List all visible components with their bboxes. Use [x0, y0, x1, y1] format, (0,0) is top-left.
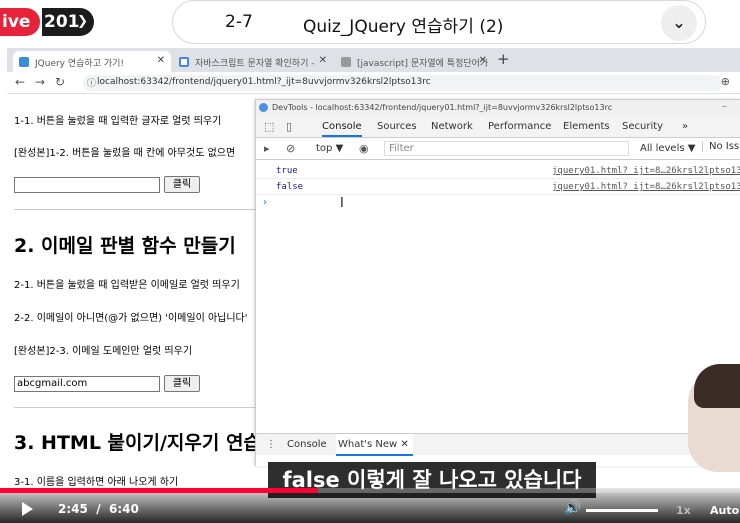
divider: [14, 209, 259, 210]
live-number: 201 ❯: [42, 8, 94, 36]
text-3-1: 3-1. 이름을 입력하면 아래 나오게 하기: [14, 477, 179, 488]
log-source-link[interactable]: jquery01.html?_ijt=8…26krsl2lptso13: [552, 166, 740, 176]
close-icon[interactable]: ✕: [400, 439, 408, 450]
quality-button[interactable]: Auto: [710, 504, 739, 517]
url-field[interactable]: ⓘ localhost:63342/frontend/jquery01.html…: [83, 75, 723, 91]
context-select[interactable]: top ▼: [316, 143, 343, 154]
close-icon[interactable]: ✕: [319, 55, 327, 66]
tab-elements[interactable]: Elements: [563, 121, 610, 132]
tab-performance[interactable]: Performance: [488, 121, 551, 132]
filter-input[interactable]: Filter: [384, 141, 629, 156]
new-tab-button[interactable]: +: [497, 50, 510, 68]
heading-2: 2. 이메일 판별 함수 만들기: [14, 235, 236, 257]
tab-sources[interactable]: Sources: [377, 121, 417, 132]
instructor-hair: [694, 364, 740, 408]
url-text: localhost:63342/frontend/jquery01.html?_…: [97, 77, 431, 87]
inspect-icon[interactable]: ⬚: [264, 120, 274, 133]
log-value: true: [276, 166, 298, 176]
reload-icon[interactable]: ↻: [55, 75, 65, 89]
console-toolbar: ▸ ⊘ top ▼ ◉ Filter All levels ▼ No Issue…: [256, 138, 740, 160]
tab-strip: JQuery 연습하고 가기! ✕ 자바스크립트 문자열 확인하기 - ✕ [j…: [7, 48, 740, 72]
devtools-titlebar: DevTools - localhost:63342/frontend/jque…: [256, 100, 740, 116]
sidebar-icon[interactable]: ▸: [264, 142, 270, 155]
close-icon[interactable]: ✕: [157, 55, 165, 66]
progress-bar[interactable]: [0, 488, 740, 493]
drawer-tab-console[interactable]: Console: [287, 439, 327, 450]
more-icon[interactable]: ⋮: [266, 439, 276, 450]
current-time: 2:45: [58, 502, 88, 516]
text-1-1: 1-1. 버튼을 눌렀을 때 입력한 글자로 얼럿 띄우기: [14, 116, 222, 127]
tab-security[interactable]: Security: [622, 121, 663, 132]
volume-icon[interactable]: 🔊: [564, 500, 581, 516]
text-2-3: [완성본]2-3. 이메일 도메인만 얼럿 띄우기: [14, 346, 193, 357]
live-count: 201: [44, 12, 80, 32]
email-input[interactable]: abcgmail.com: [14, 376, 160, 392]
time-separator: /: [96, 502, 101, 516]
play-icon[interactable]: [22, 502, 33, 516]
minimize-icon[interactable]: –: [722, 101, 727, 112]
tab-label: JQuery 연습하고 가기!: [35, 59, 125, 69]
device-icon[interactable]: ▯: [286, 120, 292, 133]
progress-fill: [0, 488, 319, 493]
chevron-down-icon: ❯: [77, 14, 88, 29]
lesson-number: 2-7: [225, 12, 253, 32]
log-value: false: [276, 182, 304, 192]
lesson-title-pill[interactable]: 2-7 Quiz_JQuery 연습하기 (2) ⌄: [172, 0, 706, 44]
text-2-2: 2-2. 이메일이 아니면(@가 없으면) '이메일이 아닙니다': [14, 313, 248, 324]
page-icon: [341, 57, 351, 67]
console-log-row: false jquery01.html?_ijt=8…26krsl2lptso1…: [256, 179, 740, 195]
text-2-1: 2-1. 버튼을 눌렀을 때 입력받은 이메일로 얼럿 띄우기: [14, 280, 240, 291]
webstorm-icon: [19, 57, 29, 67]
chevron-down-icon[interactable]: ⌄: [661, 5, 697, 41]
screen: { "header": { "live_label": "ive", "live…: [0, 0, 740, 523]
browser-tab-google[interactable]: 자바스크립트 문자열 확인하기 - ✕: [173, 51, 333, 72]
eye-icon[interactable]: ◉: [359, 142, 369, 155]
text-cursor-icon: I: [340, 196, 344, 211]
text-1-2: [완성본]1-2. 버튼을 눌렀을 때 칸에 아무것도 없으면: [14, 148, 236, 159]
browser-tab-jquery[interactable]: JQuery 연습하고 가기! ✕: [13, 51, 171, 72]
tab-label: [javascript] 문자열에 특정단어가: [357, 59, 489, 69]
live-label: ive: [0, 8, 40, 36]
devtools-window: DevTools - localhost:63342/frontend/jque…: [255, 99, 740, 466]
player-controls: 2:45 / 6:40 🔊 1x Auto: [0, 488, 740, 523]
more-tabs-icon[interactable]: »: [682, 121, 688, 132]
lesson-title: Quiz_JQuery 연습하기 (2): [303, 17, 504, 37]
divider: [14, 407, 259, 408]
speed-button[interactable]: 1x: [676, 504, 691, 517]
lecture-header: ive 201 ❯ 2-7 Quiz_JQuery 연습하기 (2) ⌄: [0, 0, 740, 48]
log-source-link[interactable]: jquery01.html?_ijt=8…26krsl2lptso13: [552, 182, 740, 192]
google-icon: [179, 57, 189, 67]
tab-network[interactable]: Network: [431, 121, 473, 132]
clear-icon[interactable]: ⊘: [286, 142, 295, 155]
console-prompt[interactable]: ›: [263, 197, 267, 208]
tab-label: 자바스크립트 문자열 확인하기 -: [195, 59, 315, 69]
chrome-icon: [259, 103, 268, 112]
click-button-2[interactable]: 클릭: [164, 375, 200, 392]
zoom-icon[interactable]: ⊕: [721, 75, 730, 88]
back-icon[interactable]: ←: [15, 75, 25, 89]
tab-console[interactable]: Console: [322, 121, 362, 137]
text-input-1[interactable]: [14, 177, 160, 193]
browser-tab-javascript[interactable]: [javascript] 문자열에 특정단어가 ✕: [335, 51, 493, 72]
forward-icon[interactable]: →: [35, 75, 45, 89]
info-icon: ⓘ: [87, 79, 97, 89]
drawer-tab-whats-new[interactable]: What's New ✕: [336, 434, 413, 456]
close-icon[interactable]: ✕: [479, 55, 487, 66]
issues-button[interactable]: No Issues: [702, 141, 740, 152]
devtools-drawer: ⋮ Console What's New ✕: [256, 433, 740, 456]
devtools-title: DevTools - localhost:63342/frontend/jque…: [272, 103, 613, 112]
duration: 6:40: [108, 502, 139, 516]
address-bar: ← → ↻ ⓘ localhost:63342/frontend/jquery0…: [7, 72, 740, 94]
heading-3: 3. HTML 붙이기/지우기 연습: [14, 432, 261, 454]
levels-select[interactable]: All levels ▼: [640, 143, 695, 154]
whats-new-label: What's New: [338, 439, 398, 450]
live-badge[interactable]: ive 201 ❯: [0, 6, 95, 38]
click-button-1[interactable]: 클릭: [164, 176, 200, 193]
console-log-row: true jquery01.html?_ijt=8…26krsl2lptso13: [256, 163, 740, 179]
devtools-tabs: ⬚ ▯ Console Sources Network Performance …: [256, 116, 740, 138]
time-display: 2:45 / 6:40: [58, 502, 139, 516]
volume-slider[interactable]: [586, 509, 658, 512]
